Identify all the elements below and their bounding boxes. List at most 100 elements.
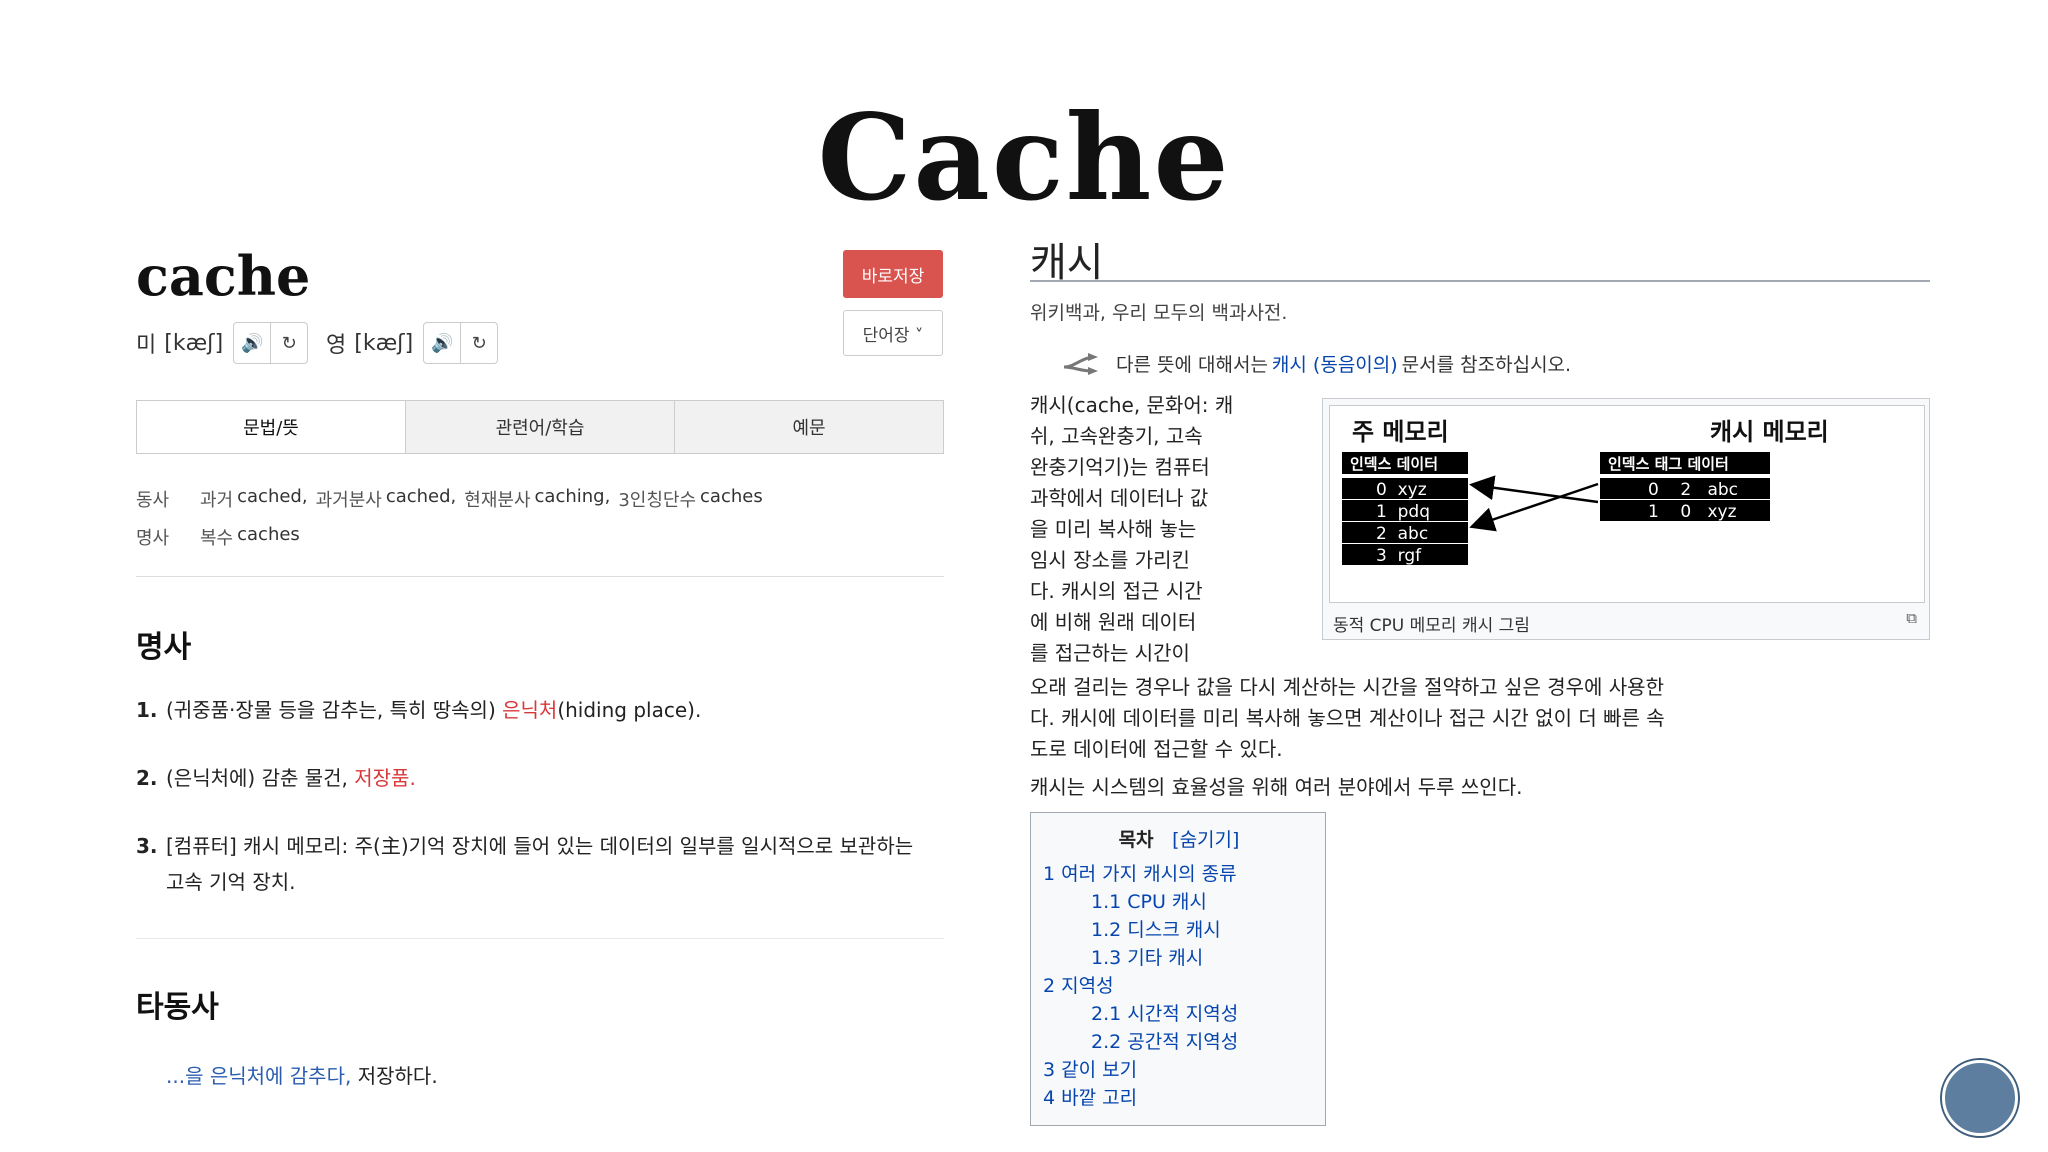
intro-line: 을 미리 복사해 놓는 [1030,517,1197,541]
table-of-contents: 목차 [숨기기] 1 여러 가지 캐시의 종류 1.1 CPU 캐시 1.2 디… [1030,812,1326,1126]
repeat-icon[interactable]: ↻ [460,323,497,363]
tab-examples[interactable]: 예문 [674,401,943,453]
intro-line: 캐시(cache, 문화어: 캐 [1030,393,1234,417]
cache-diagram-figure: 주 메모리 캐시 메모리 인덱스 데이터 0 xyz 1 pdq 2 abc 3… [1322,398,1930,640]
hatnote-link[interactable]: 캐시 (동음이의) [1272,350,1398,377]
definition-text: [컴퓨터] 캐시 메모리: 주(主)기억 장치에 들어 있는 데이터의 일부를 … [166,834,914,894]
toc-item[interactable]: 1.1 CPU 캐시 [1091,887,1207,914]
intro-paragraph-continued: 오래 걸리는 경우나 값을 다시 계산하는 시간을 절약하고 싶은 경우에 사용… [1030,672,1930,765]
repeat-icon[interactable]: ↻ [270,323,307,363]
definition-1: 1. (귀중품·장물 등을 감추는, 특히 땅속의) 은닉처(hiding pl… [136,692,936,728]
slide-title: Cache [817,88,1231,227]
vocab-dropdown-button[interactable]: 단어장 ˅ [843,310,943,356]
toc-item[interactable]: 2.1 시간적 지역성 [1091,999,1238,1026]
figure-caption: 동적 CPU 메모리 캐시 그림 [1333,616,1530,636]
divider [136,576,944,577]
definition-number: 1. [136,698,158,722]
cache-memory-row: 0 2 abc [1648,480,1738,500]
intro-paragraph: 캐시(cache, 문화어: 캐 쉬, 고속완충기, 고속 완충기억기)는 컴퓨… [1030,390,1280,669]
pos-label: 명사 [136,528,170,549]
form-value: caches [237,524,300,545]
toc-item[interactable]: 3 같이 보기 [1043,1055,1137,1082]
speaker-icon[interactable]: 🔊 [234,323,270,363]
intro-line: 완충기억기)는 컴퓨터 [1030,455,1210,479]
tab-grammar-meaning[interactable]: 문법/뜻 [137,401,405,453]
hatnote: 다른 뜻에 대해서는 캐시 (동음이의) 문서를 참조하십시오. [1062,350,1571,377]
toc-item[interactable]: 1 여러 가지 캐시의 종류 [1043,859,1237,886]
form-key: 복수 [200,528,234,549]
pron-label: 영 [326,333,347,358]
pron-ipa: [kæʃ] [164,330,224,356]
form-value: cached, [237,486,308,507]
definition-2: 2. (은닉처에) 감춘 물건, 저장품. [136,760,936,796]
cache-diagram-svg: 주 메모리 캐시 메모리 인덱스 데이터 0 xyz 1 pdq 2 abc 3… [1342,418,1829,566]
intro-line: 다. 캐시의 접근 시간 [1030,579,1203,603]
intro-line: 임시 장소를 가리킨 [1030,548,1190,572]
verb-heading: 타동사 [136,990,219,1025]
cache-memory-row: 1 0 xyz [1648,502,1737,522]
toc-header: 목차 [숨기기] [1031,825,1327,852]
toc-item[interactable]: 1.2 디스크 캐시 [1091,915,1221,942]
pron-label: 미 [136,333,157,358]
main-memory-row: 2 abc [1376,524,1428,544]
hatnote-text: 다른 뜻에 대해서는 [1116,354,1268,376]
dictionary-headword: cache [136,244,311,308]
avatar[interactable] [1942,1060,2018,1136]
intro-line: 쉬, 고속완충기, 고속 [1030,424,1203,448]
speaker-icon[interactable]: 🔊 [424,323,460,363]
toc-item[interactable]: 4 바깥 고리 [1043,1083,1137,1110]
verb-forms-row: 동사 과거 cached, 과거분사 cached, 현재분사 caching,… [136,486,771,512]
mapping-arrow [1469,475,1599,504]
expand-icon[interactable]: ⧉ [1906,609,1917,627]
pronunciation-us: 미 [kæʃ] 🔊 ↻ [136,322,309,364]
toc-item[interactable]: 2.2 공간적 지역성 [1091,1027,1238,1054]
intro-line: 과학에서 데이터나 값 [1030,486,1209,510]
definition-text: (귀중품·장물 등을 감추는, 특히 땅속의) [166,698,503,722]
definition-highlight[interactable]: 저장품. [354,766,416,790]
definition-number: 3. [136,834,158,858]
intro-line: 에 비해 원래 데이터 [1030,610,1197,634]
definition-3: 3. [컴퓨터] 캐시 메모리: 주(主)기억 장치에 들어 있는 데이터의 일… [136,828,936,900]
intro-line: 도로 데이터에 접근할 수 있다. [1030,737,1283,761]
cache-memory-title: 캐시 메모리 [1710,418,1829,446]
divider [136,938,944,939]
form-key: 3인칭단수 [618,490,697,511]
toc-item[interactable]: 2 지역성 [1043,971,1114,998]
definition-text: (hiding place). [557,698,702,722]
form-value: cached, [385,486,457,507]
verb-definition-link[interactable]: ...을 은닉처에 감추다, [166,1064,351,1088]
toc-title: 목차 [1118,829,1154,851]
wiki-panel: 캐시 위키백과, 우리 모두의 백과사전. 다른 뜻에 대해서는 캐시 (동음이… [1030,230,1930,1130]
toc-toggle[interactable]: [숨기기] [1172,829,1239,851]
main-memory-row: 1 pdq [1376,502,1430,522]
disambiguation-icon [1063,352,1098,375]
mapping-arrow [1469,482,1599,532]
intro-line: 오래 걸리는 경우나 값을 다시 계산하는 시간을 절약하고 싶은 경우에 사용… [1030,675,1664,699]
tab-related-words[interactable]: 관련어/학습 [405,401,674,453]
intro-line: 를 접근하는 시간이 [1030,641,1190,665]
pronunciation-uk: 영 [kæʃ] 🔊 ↻ [326,322,499,364]
form-value: caching, [534,486,611,507]
verb-definition-text: 저장하다. [351,1064,438,1088]
hatnote-text: 문서를 참조하십시오. [1401,354,1572,376]
definition-highlight[interactable]: 은닉처 [502,698,557,722]
dictionary-tabs: 문법/뜻 관련어/학습 예문 [136,400,944,454]
title-underline [1030,280,1930,282]
second-paragraph: 캐시는 시스템의 효율성을 위해 여러 분야에서 두루 쓰인다. [1030,775,1523,799]
definition-number: 2. [136,766,158,790]
dictionary-panel: cache 미 [kæʃ] 🔊 ↻ 영 [kæʃ] 🔊 ↻ 바로저장 단어장 ˅… [136,240,944,1140]
intro-line: 다. 캐시에 데이터를 미리 복사해 놓으면 계산이나 접근 시간 없이 더 빠… [1030,706,1665,730]
main-memory-row: 3 rgf [1376,546,1422,566]
main-memory-header: 인덱스 데이터 [1350,455,1438,473]
form-key: 과거분사 [315,490,382,511]
toc-item[interactable]: 1.3 기타 캐시 [1091,943,1203,970]
verb-definition: ...을 은닉처에 감추다, 저장하다. [166,1060,438,1089]
main-memory-row: 0 xyz [1376,480,1427,500]
pron-ipa: [kæʃ] [354,330,414,356]
form-value: caches [700,486,763,507]
pos-label: 동사 [136,490,170,511]
cache-diagram: 주 메모리 캐시 메모리 인덱스 데이터 0 xyz 1 pdq 2 abc 3… [1329,405,1925,603]
form-key: 현재분사 [464,490,531,511]
noun-forms-row: 명사 복수 caches [136,524,308,550]
save-button[interactable]: 바로저장 [843,250,943,298]
